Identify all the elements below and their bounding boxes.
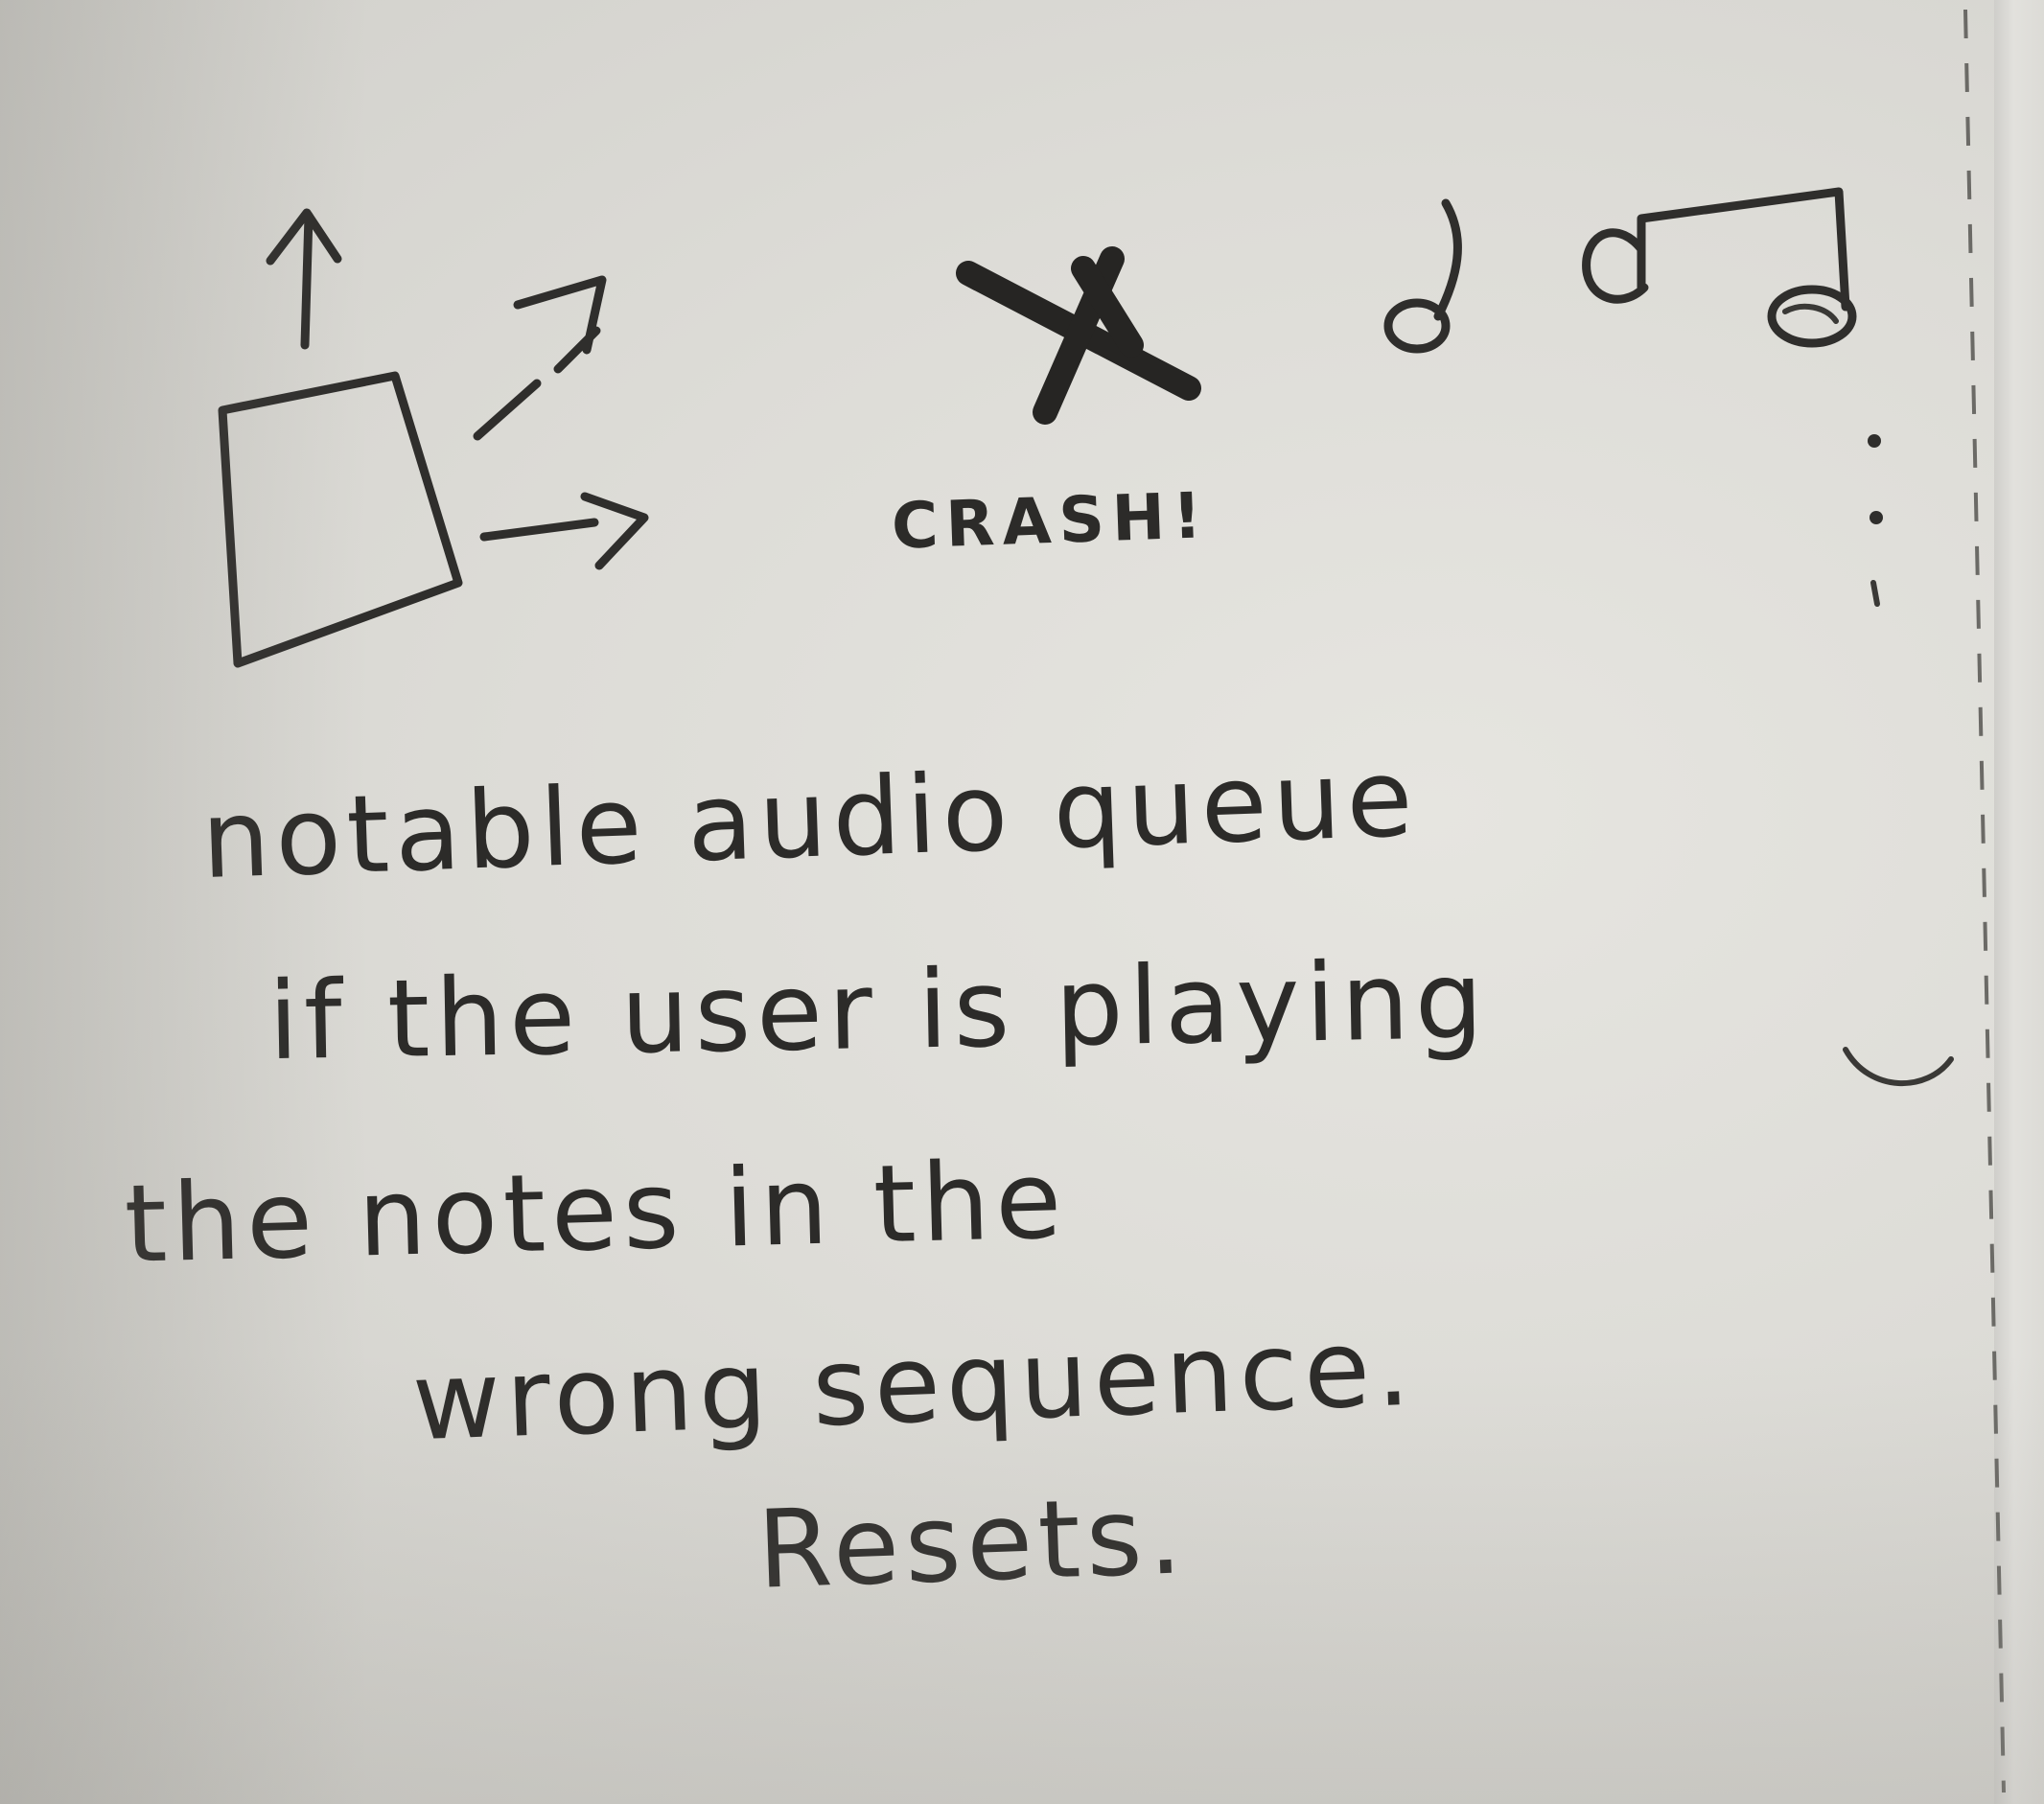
music-notes-icon — [1383, 187, 1857, 354]
box-with-arrows-icon — [218, 208, 649, 668]
playing-descender — [1843, 1047, 1954, 1087]
note-line-2: if the user is playing — [267, 937, 1490, 1085]
vertical-dots-icon — [1868, 434, 1883, 607]
perforation-line — [1963, 9, 2006, 1793]
note-line-5: Resets. — [755, 1473, 1190, 1613]
crash-label: CRASH! — [890, 478, 1211, 564]
paper-sheet: CRASH! notable audio queue if the user i… — [0, 0, 2044, 1804]
note-line-3: the notes in the — [123, 1138, 1069, 1287]
crossed-out-x-icon — [956, 246, 1201, 425]
